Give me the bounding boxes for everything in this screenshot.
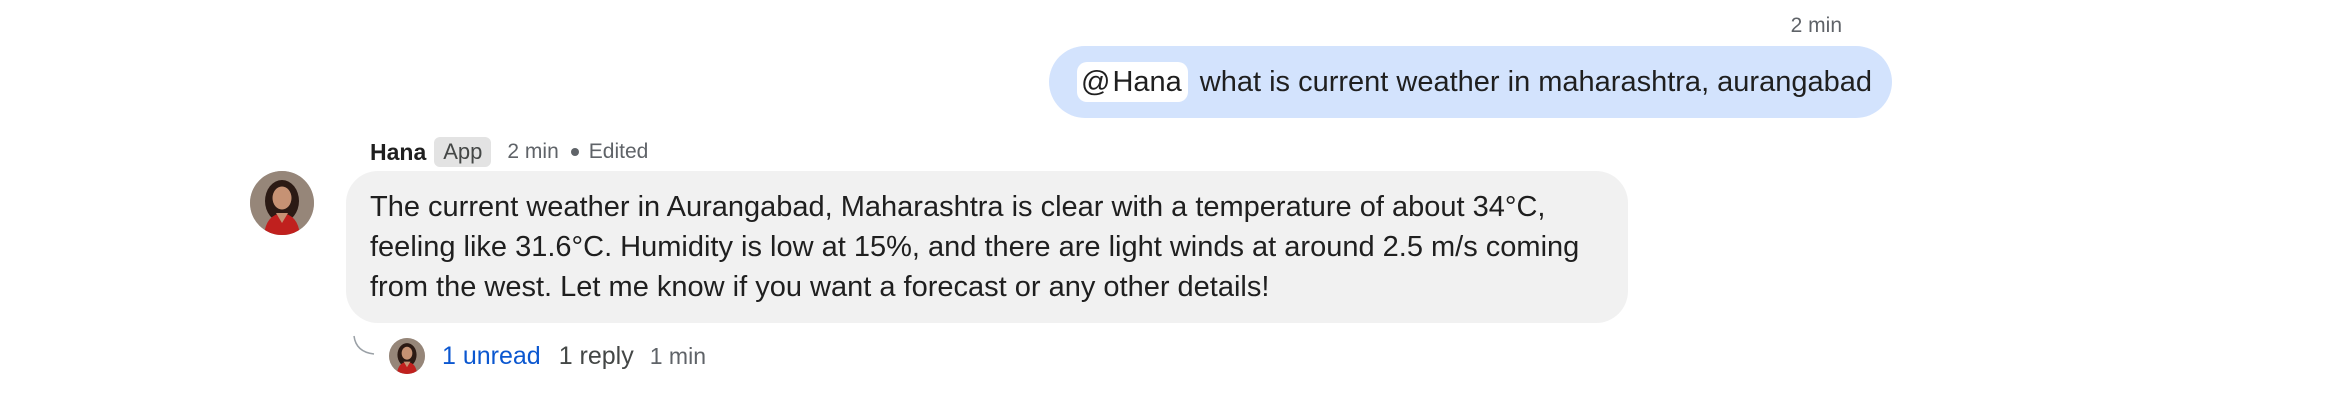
message-line: The current weather in Aurangabad, Mahar… <box>370 191 1546 223</box>
mention-at-symbol: @ <box>1081 65 1111 98</box>
edited-label: Edited <box>588 140 649 163</box>
message-header: Hana App 2 min Edited <box>370 136 648 168</box>
app-badge: App <box>434 137 492 167</box>
thread-connector-icon <box>353 335 375 355</box>
message-line: feeling like 31.6°C. Humidity is low at … <box>370 231 1580 263</box>
chat-view: 2 min @ Hana what is current weather in … <box>0 0 2332 400</box>
incoming-timestamp: 2 min <box>507 140 559 163</box>
outgoing-message-bubble[interactable]: @ Hana what is current weather in mahara… <box>1049 46 1892 118</box>
reply-count[interactable]: 1 reply <box>559 342 634 371</box>
mention-name: Hana <box>1112 65 1182 98</box>
thread-timestamp: 1 min <box>649 342 706 369</box>
mention-chip[interactable]: @ Hana <box>1077 62 1188 102</box>
profile-photo-icon <box>250 171 314 235</box>
outgoing-message-text: what is current weather in maharashtra, … <box>1199 65 1872 98</box>
thread-reply-avatar <box>389 338 425 374</box>
message-line: from the west. Let me know if you want a… <box>370 271 1270 303</box>
outgoing-timestamp: 2 min <box>1790 14 1842 37</box>
sender-avatar[interactable] <box>250 171 314 235</box>
profile-photo-icon <box>389 338 425 374</box>
thread-summary[interactable]: 1 unread 1 reply 1 min <box>442 340 706 372</box>
sender-name[interactable]: Hana <box>370 139 426 166</box>
unread-replies-link[interactable]: 1 unread <box>442 342 541 371</box>
separator-dot <box>570 148 579 156</box>
incoming-message-bubble[interactable]: The current weather in Aurangabad, Mahar… <box>346 171 1628 323</box>
